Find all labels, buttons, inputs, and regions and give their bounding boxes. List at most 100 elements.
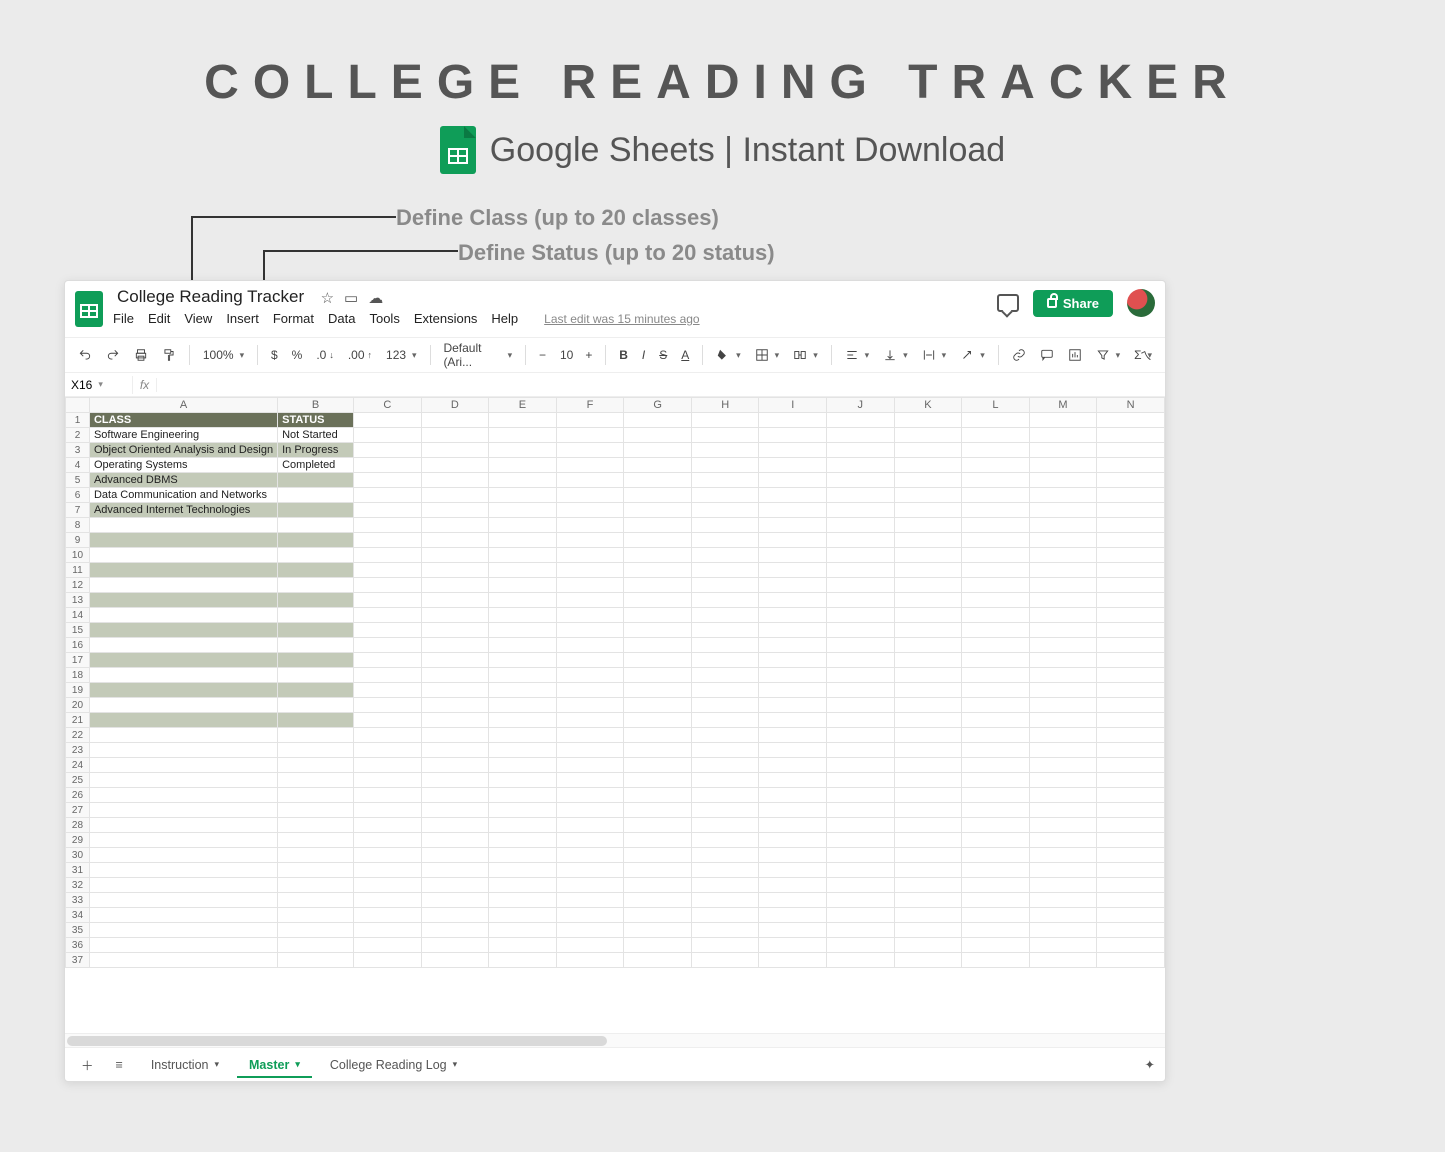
cell[interactable] (556, 638, 624, 653)
cell[interactable]: Data Communication and Networks (89, 488, 277, 503)
row-header[interactable]: 35 (66, 923, 90, 938)
row-header[interactable]: 18 (66, 668, 90, 683)
row-header[interactable]: 24 (66, 758, 90, 773)
cell[interactable]: Completed (278, 458, 354, 473)
cell[interactable] (421, 608, 489, 623)
row-header[interactable]: 20 (66, 698, 90, 713)
cell[interactable] (489, 833, 557, 848)
wrap-button[interactable] (917, 345, 952, 365)
rotate-button[interactable] (955, 345, 990, 365)
cell[interactable] (89, 803, 277, 818)
cell[interactable] (278, 563, 354, 578)
cell[interactable] (962, 683, 1030, 698)
row-header[interactable]: 27 (66, 803, 90, 818)
cell[interactable] (1097, 743, 1165, 758)
h-align-button[interactable] (840, 345, 875, 365)
cell[interactable] (556, 878, 624, 893)
cell[interactable]: Object Oriented Analysis and Design (89, 443, 277, 458)
cell[interactable] (827, 758, 895, 773)
cell[interactable] (894, 758, 962, 773)
row-header[interactable]: 23 (66, 743, 90, 758)
column-header[interactable]: M (1029, 398, 1097, 413)
cell[interactable] (624, 818, 692, 833)
cell[interactable] (827, 833, 895, 848)
cell[interactable] (278, 518, 354, 533)
cell[interactable] (278, 698, 354, 713)
cell[interactable] (556, 533, 624, 548)
cell[interactable] (894, 803, 962, 818)
row-header[interactable]: 36 (66, 938, 90, 953)
cell[interactable] (1029, 503, 1097, 518)
cell[interactable] (962, 623, 1030, 638)
cell[interactable] (556, 953, 624, 968)
cell[interactable] (556, 593, 624, 608)
cell[interactable] (827, 488, 895, 503)
cell[interactable] (1097, 518, 1165, 533)
v-align-button[interactable] (878, 345, 913, 365)
cell[interactable]: Advanced Internet Technologies (89, 503, 277, 518)
cell[interactable] (89, 743, 277, 758)
cell[interactable] (827, 908, 895, 923)
cell[interactable] (489, 698, 557, 713)
cell[interactable] (89, 563, 277, 578)
cell[interactable] (1097, 863, 1165, 878)
cell[interactable] (827, 668, 895, 683)
cell[interactable] (691, 863, 759, 878)
cell[interactable] (278, 953, 354, 968)
cell[interactable] (624, 563, 692, 578)
cell[interactable] (421, 638, 489, 653)
cell[interactable] (421, 593, 489, 608)
row-header[interactable]: 6 (66, 488, 90, 503)
cell[interactable] (827, 458, 895, 473)
cell[interactable] (1029, 638, 1097, 653)
cell[interactable] (759, 923, 827, 938)
cell[interactable] (691, 563, 759, 578)
cell[interactable] (624, 773, 692, 788)
cell[interactable] (894, 653, 962, 668)
cell[interactable] (759, 953, 827, 968)
cell[interactable] (1029, 608, 1097, 623)
row-header[interactable]: 9 (66, 533, 90, 548)
cell[interactable] (691, 773, 759, 788)
cell[interactable] (489, 758, 557, 773)
cell[interactable] (89, 713, 277, 728)
row-header[interactable]: 22 (66, 728, 90, 743)
cell[interactable] (1029, 743, 1097, 758)
cell[interactable] (691, 608, 759, 623)
cell[interactable] (691, 443, 759, 458)
cell[interactable] (759, 908, 827, 923)
column-header[interactable]: G (624, 398, 692, 413)
row-header[interactable]: 37 (66, 953, 90, 968)
cell[interactable] (278, 488, 354, 503)
cell[interactable] (421, 773, 489, 788)
column-header[interactable]: B (278, 398, 354, 413)
cell[interactable] (691, 728, 759, 743)
cell[interactable] (489, 938, 557, 953)
cell[interactable] (624, 698, 692, 713)
cell[interactable] (894, 818, 962, 833)
cell[interactable] (759, 533, 827, 548)
cell[interactable] (421, 668, 489, 683)
spreadsheet-grid[interactable]: ABCDEFGHIJKLMN1CLASSSTATUS2Software Engi… (65, 397, 1165, 1033)
cell[interactable] (894, 518, 962, 533)
row-header[interactable]: 26 (66, 788, 90, 803)
cell[interactable] (759, 728, 827, 743)
comment-button[interactable] (1035, 345, 1059, 365)
column-header[interactable]: I (759, 398, 827, 413)
cell[interactable] (1029, 713, 1097, 728)
menu-data[interactable]: Data (328, 311, 355, 326)
cell[interactable] (827, 878, 895, 893)
cell[interactable] (894, 788, 962, 803)
share-button[interactable]: Share (1033, 290, 1113, 317)
cell[interactable] (278, 893, 354, 908)
cell[interactable] (624, 518, 692, 533)
cell[interactable] (421, 413, 489, 428)
document-title[interactable]: College Reading Tracker (113, 285, 308, 308)
cell[interactable] (894, 443, 962, 458)
cell[interactable] (962, 758, 1030, 773)
cell[interactable] (962, 638, 1030, 653)
cell[interactable] (1029, 443, 1097, 458)
cell[interactable] (1097, 413, 1165, 428)
cell[interactable] (962, 698, 1030, 713)
cell[interactable] (691, 668, 759, 683)
